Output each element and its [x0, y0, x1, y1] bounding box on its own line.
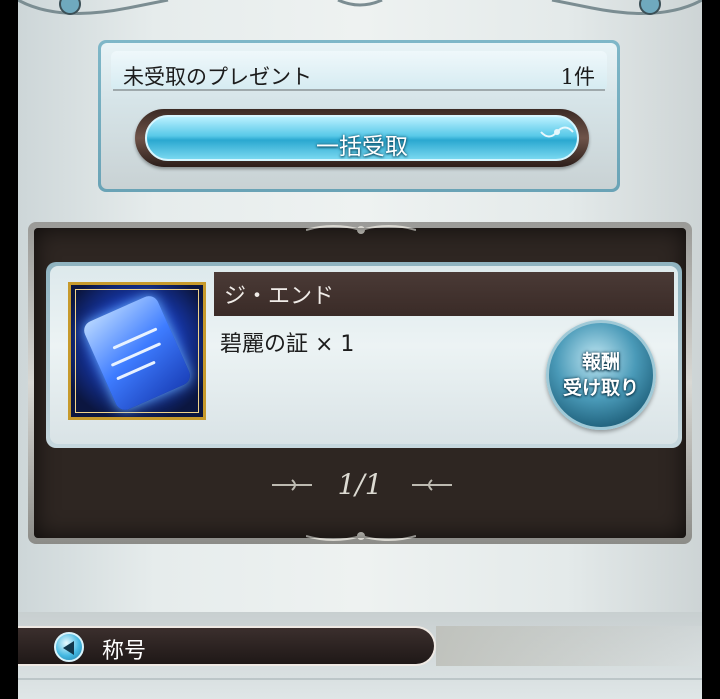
claim-all-button-face: 一括受取 [145, 115, 579, 161]
list-item-inner: ジ・エンド 碧麗の証 × 1 報酬 受け取り [50, 266, 678, 444]
gift-summary-inner: 未受取のプレゼント 1件 一括受取 [101, 43, 617, 189]
pagination: 1/1 [34, 464, 686, 504]
unclaimed-gifts-title: 未受取のプレゼント [123, 65, 312, 89]
gift-summary-box: 未受取のプレゼント 1件 一括受取 [98, 40, 620, 192]
titles-nav-button[interactable]: 称号 [18, 626, 436, 666]
item-source-name: ジ・エンド [224, 284, 335, 309]
list-item: ジ・エンド 碧麗の証 × 1 報酬 受け取り [46, 262, 682, 448]
bottom-divider [18, 678, 702, 680]
next-ornament-icon [412, 479, 452, 491]
top-ornament [18, 0, 702, 15]
screen: 未受取のプレゼント 1件 一括受取 ジ・エンド 碧麗の証 × 1 報酬 受け取り… [0, 0, 720, 699]
back-arrow-glyph [63, 641, 74, 655]
summary-divider [113, 89, 605, 91]
frame-bottom-ornament [306, 532, 416, 541]
gift-summary-header: 未受取のプレゼント 1件 [111, 51, 607, 91]
claim-all-button-label: 一括受取 [316, 134, 408, 160]
claim-all-button[interactable]: 一括受取 [135, 109, 589, 167]
claim-reward-label-2: 受け取り [562, 377, 639, 399]
claim-reward-label-1: 報酬 [581, 351, 620, 373]
unclaimed-gifts-count: 1件 [560, 65, 595, 89]
gift-list: ジ・エンド 碧麗の証 × 1 報酬 受け取り 1/1 [34, 225, 686, 541]
frame-top-ornament [306, 225, 416, 234]
gift-list-frame: ジ・エンド 碧麗の証 × 1 報酬 受け取り 1/1 [28, 222, 692, 544]
blue-scroll-icon [68, 282, 206, 420]
right-ornament-icon [540, 126, 574, 138]
item-name-bar: ジ・エンド [214, 272, 674, 316]
prev-ornament-icon [272, 479, 312, 491]
item-reward-detail: 碧麗の証 × 1 [220, 332, 355, 357]
page-indicator: 1/1 [337, 468, 383, 501]
claim-reward-button[interactable]: 報酬 受け取り [546, 320, 656, 430]
titles-nav-label: 称号 [102, 639, 147, 664]
back-arrow-icon [54, 632, 84, 662]
title-bar-fade [436, 626, 702, 666]
